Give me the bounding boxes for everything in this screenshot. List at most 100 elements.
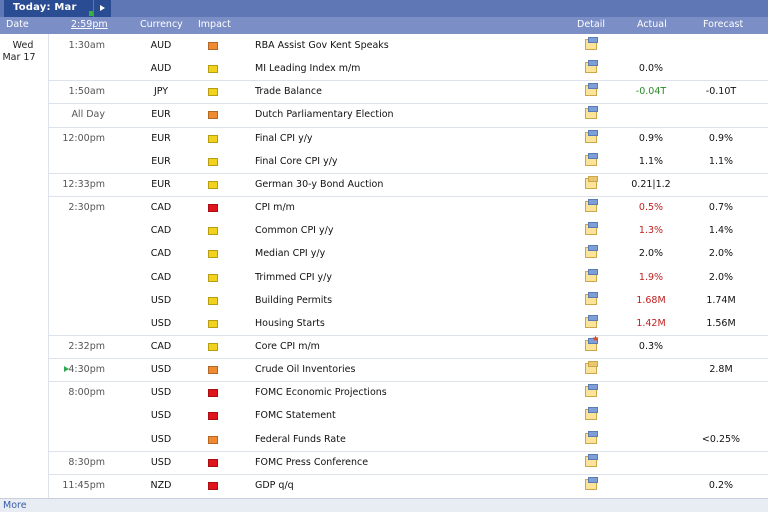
- event-title: Median CPI y/y: [255, 248, 326, 260]
- event-currency: USD: [150, 410, 172, 422]
- detail-folder-icon[interactable]: [585, 37, 598, 50]
- detail-folder-icon[interactable]: [585, 83, 598, 97]
- table-row[interactable]: AUD MI Leading Index m/m 0.0%: [0, 57, 768, 80]
- table-row[interactable]: EUR Final Core CPI y/y 1.1% 1.1%: [0, 150, 768, 173]
- event-actual: 1.3%: [638, 225, 664, 237]
- event-actual: 0.21|1.2: [631, 178, 671, 190]
- table-row[interactable]: 11:45pm NZD GDP q/q 0.2%: [0, 473, 768, 497]
- event-time: All Day: [71, 109, 105, 121]
- event-currency: USD: [150, 294, 172, 306]
- event-title: Building Permits: [255, 294, 333, 306]
- detail-folder-icon[interactable]: [585, 407, 598, 421]
- detail-folder-icon[interactable]: [585, 106, 598, 120]
- detail-folder-icon[interactable]: [585, 222, 598, 236]
- detail-folder-icon[interactable]: [585, 175, 598, 189]
- detail-folder-icon[interactable]: [585, 152, 598, 166]
- event-time: 11:45pm: [62, 479, 105, 491]
- table-row[interactable]: USD Housing Starts 1.42M 1.56M: [0, 312, 768, 335]
- event-actual: 1.9%: [638, 271, 664, 283]
- event-currency: EUR: [151, 132, 171, 144]
- detail-folder-icon[interactable]: [585, 60, 598, 74]
- col-currency: Currency: [140, 19, 183, 30]
- table-row[interactable]: 2:32pm CAD Core CPI m/m ★ 0.3%: [0, 334, 768, 358]
- table-row[interactable]: CAD Common CPI y/y 1.3% 1.4%: [0, 219, 768, 242]
- event-title: GDP q/q: [255, 479, 294, 491]
- detail-folder-icon[interactable]: [585, 245, 598, 259]
- table-row[interactable]: 1:50am JPY Trade Balance -0.04T -0.10T: [0, 80, 768, 103]
- table-row[interactable]: 4:30pm USD Crude Oil Inventories 2.8M: [0, 358, 768, 381]
- detail-folder-icon[interactable]: [585, 453, 598, 467]
- impact-low-icon: [208, 319, 218, 328]
- event-forecast: -0.10T: [705, 86, 737, 98]
- event-actual: 0.5%: [638, 202, 664, 214]
- event-currency: NZD: [150, 479, 172, 491]
- event-time: 1:30am: [68, 40, 105, 51]
- event-title: CPI m/m: [255, 202, 295, 214]
- footer-bar: More: [0, 498, 768, 512]
- detail-folder-icon[interactable]: [585, 268, 598, 282]
- detail-folder-icon[interactable]: [585, 384, 598, 398]
- table-row[interactable]: All Day EUR Dutch Parliamentary Election: [0, 103, 768, 126]
- table-row[interactable]: USD Building Permits 1.68M 1.74M: [0, 289, 768, 312]
- event-title: Trade Balance: [255, 86, 322, 98]
- event-title: German 30-y Bond Auction: [255, 178, 384, 190]
- event-currency: CAD: [150, 248, 172, 260]
- detail-folder-icon[interactable]: [585, 314, 598, 328]
- event-currency: USD: [150, 317, 172, 329]
- today-tab[interactable]: Today: Mar 17: [4, 0, 93, 29]
- table-row[interactable]: CAD Trimmed CPI y/y 1.9% 2.0%: [0, 266, 768, 289]
- event-time: 4:30pm: [68, 364, 105, 376]
- detail-folder-icon[interactable]: [585, 291, 598, 305]
- event-currency: CAD: [150, 225, 172, 237]
- table-row[interactable]: 12:33pm EUR German 30-y Bond Auction 0.21|1…: [0, 172, 768, 196]
- event-title: FOMC Statement: [255, 410, 336, 422]
- detail-folder-icon[interactable]: [585, 476, 598, 490]
- detail-folder-icon[interactable]: [585, 361, 598, 375]
- detail-folder-icon[interactable]: [585, 430, 598, 444]
- event-title: Trimmed CPI y/y: [255, 271, 332, 283]
- impact-low-icon: [208, 157, 218, 166]
- event-forecast: 1.56M: [706, 317, 736, 329]
- event-currency: USD: [150, 387, 172, 399]
- event-currency: CAD: [150, 271, 172, 283]
- table-row[interactable]: 8:00pm USD FOMC Economic Projections: [0, 381, 768, 404]
- event-currency: AUD: [150, 40, 172, 51]
- row-divider: [49, 473, 768, 475]
- star-icon: ★: [592, 333, 600, 343]
- impact-medium-icon: [208, 42, 218, 50]
- detail-folder-icon[interactable]: [585, 129, 598, 143]
- row-divider: [49, 126, 768, 128]
- next-day-button[interactable]: [94, 0, 111, 17]
- event-currency: JPY: [153, 86, 169, 98]
- row-divider: [49, 103, 768, 105]
- col-time-link[interactable]: 2:59pm: [71, 19, 108, 30]
- event-actual: 1.68M: [636, 294, 666, 306]
- impact-low-icon: [208, 342, 218, 351]
- impact-low-icon: [208, 134, 218, 143]
- col-detail: Detail: [577, 19, 605, 30]
- table-row[interactable]: CAD Median CPI y/y 2.0% 2.0%: [0, 242, 768, 265]
- table-row[interactable]: USD Federal Funds Rate <0.25%: [0, 428, 768, 451]
- event-forecast: 1.1%: [708, 155, 734, 167]
- event-currency: CAD: [150, 202, 172, 214]
- row-divider: [49, 381, 768, 383]
- event-title: Federal Funds Rate: [255, 433, 346, 445]
- table-row[interactable]: 12:00pm EUR Final CPI y/y 0.9% 0.9%: [0, 126, 768, 150]
- event-time: 2:30pm: [68, 202, 105, 214]
- impact-high-icon: [208, 458, 218, 467]
- detail-folder-icon[interactable]: ★: [585, 334, 599, 351]
- detail-folder-icon[interactable]: [585, 199, 598, 213]
- chevron-right-icon: [100, 5, 105, 11]
- event-title: Final CPI y/y: [255, 132, 313, 144]
- event-title: RBA Assist Gov Kent Speaks: [255, 40, 389, 51]
- event-currency: USD: [150, 456, 172, 468]
- impact-high-icon: [208, 412, 218, 421]
- table-row[interactable]: USD FOMC Statement: [0, 404, 768, 427]
- col-forecast: Forecast: [703, 19, 744, 30]
- more-link[interactable]: More: [3, 500, 27, 511]
- table-row[interactable]: 2:30pm CAD CPI m/m 0.5% 0.7%: [0, 196, 768, 219]
- table-row[interactable]: 1:30am AUD RBA Assist Gov Kent Speaks: [0, 34, 768, 57]
- col-impact: Impact: [198, 19, 231, 30]
- event-title: Housing Starts: [255, 317, 325, 329]
- table-row[interactable]: 8:30pm USD FOMC Press Conference: [0, 450, 768, 474]
